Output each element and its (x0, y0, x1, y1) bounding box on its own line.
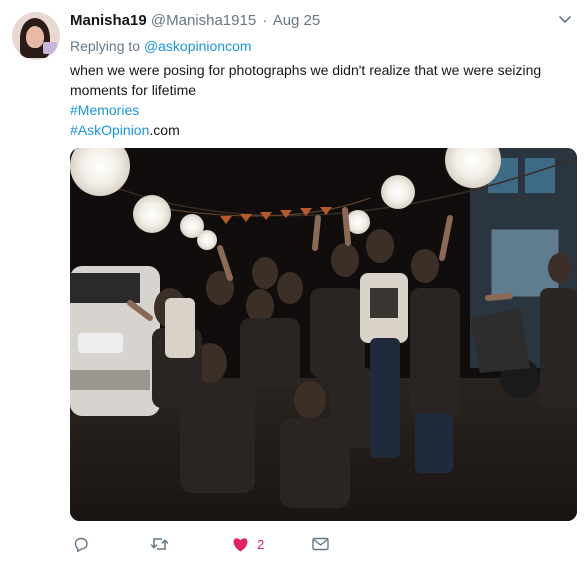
heart-filled-icon (233, 537, 248, 551)
replying-to: Replying to @askopinioncom (70, 37, 252, 55)
avatar[interactable] (12, 12, 60, 60)
separator-dot: · (262, 12, 268, 29)
reply-button[interactable] (73, 534, 89, 554)
display-name[interactable]: Manisha19 (70, 12, 147, 29)
reply-prefix: Replying to (70, 38, 141, 54)
tweet-card[interactable]: Manisha19 @Manisha1915 · Aug 25 Replying… (0, 0, 586, 562)
hashtag-line: #AskOpinion.com (70, 120, 570, 140)
direct-message-button[interactable] (312, 534, 329, 554)
tweet-text-line: when we were posing for photographs we d… (70, 62, 542, 78)
retweet-icon (150, 538, 169, 550)
tweet-text: when we were posing for photographs we d… (70, 60, 570, 140)
like-button[interactable]: 2 (232, 534, 264, 554)
like-count: 2 (257, 536, 265, 552)
tweet-photo[interactable] (70, 148, 577, 521)
tweet-text-line: moments for lifetime (70, 82, 197, 98)
hashtag-askopinion-link[interactable]: #AskOpinion (70, 122, 149, 138)
avatar-badge (43, 42, 57, 54)
user-handle[interactable]: @Manisha1915 (151, 12, 256, 29)
tweet-date[interactable]: Aug 25 (273, 12, 321, 29)
reply-icon (74, 537, 88, 552)
chevron-down-icon[interactable] (559, 16, 571, 24)
retweet-button[interactable] (150, 534, 169, 554)
group-photo-image (70, 148, 577, 521)
tweet-actions: 2 (70, 534, 370, 554)
tweet-header: Manisha19 @Manisha1915 · Aug 25 (70, 11, 320, 31)
reply-mention-link[interactable]: @askopinioncom (144, 38, 252, 54)
hashtag-memories-link[interactable]: #Memories (70, 100, 570, 120)
envelope-icon (312, 537, 329, 551)
avatar-face (26, 26, 44, 48)
hashtag-suffix: .com (149, 122, 180, 138)
